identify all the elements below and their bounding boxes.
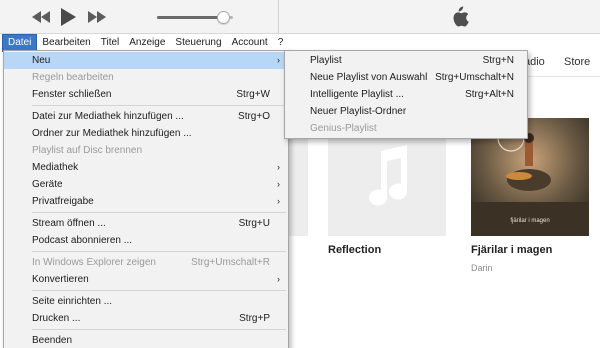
menu-anzeige[interactable]: Anzeige	[124, 35, 170, 51]
menu-item-label: Regeln bearbeiten	[32, 72, 114, 83]
menu-separator	[32, 251, 286, 252]
menu-item-shortcut: Strg+Umschalt+R	[191, 257, 270, 268]
menu-item-label: Konvertieren	[32, 274, 89, 285]
menu-item-shortcut: Strg+N	[482, 55, 514, 66]
menu-item-label: In Windows Explorer zeigen	[32, 257, 156, 268]
menu-item-shortcut: Strg+Alt+N	[465, 89, 514, 100]
menu-item-stream-oeffnen[interactable]: Stream öffnen ... Strg+U	[4, 215, 288, 232]
chevron-right-icon: ›	[277, 55, 280, 65]
menu-item-in-windows-explorer-zeigen: In Windows Explorer zeigen Strg+Umschalt+…	[4, 254, 288, 271]
music-note-icon	[369, 145, 408, 206]
menu-item-playlist-auf-disc-brennen: Playlist auf Disc brennen	[4, 142, 288, 159]
menu-item-label: Drucken ...	[32, 313, 81, 324]
menu-item-podcast-abonnieren[interactable]: Podcast abonnieren ...	[4, 232, 288, 249]
menu-bearbeiten[interactable]: Bearbeiten	[37, 35, 95, 51]
rewind-icon	[32, 11, 50, 23]
menu-item-playlist[interactable]: Playlist Strg+N	[285, 52, 527, 69]
menu-item-regeln-bearbeiten: Regeln bearbeiten	[4, 69, 288, 86]
menu-item-shortcut: Strg+O	[238, 111, 270, 122]
volume-fill	[157, 16, 224, 19]
menu-separator	[32, 105, 286, 106]
menu-item-privatfreigabe[interactable]: Privatfreigabe ›	[4, 193, 288, 210]
play-button[interactable]	[58, 8, 78, 26]
volume-knob[interactable]	[216, 11, 230, 24]
menu-item-intelligente-playlist[interactable]: Intelligente Playlist ... Strg+Alt+N	[285, 86, 527, 103]
menu-item-seite-einrichten[interactable]: Seite einrichten ...	[4, 293, 288, 310]
menu-item-fenster-schliessen[interactable]: Fenster schließen Strg+W	[4, 86, 288, 103]
menu-titel[interactable]: Titel	[96, 35, 125, 51]
chevron-right-icon: ›	[277, 179, 280, 189]
file-menu: Neu › Regeln bearbeiten Fenster schließen St…	[3, 50, 289, 348]
menu-help[interactable]: ?	[273, 35, 289, 51]
menu-separator	[32, 290, 286, 291]
chevron-right-icon: ›	[277, 196, 280, 206]
menu-account[interactable]: Account	[227, 35, 273, 51]
menu-item-label: Mediathek	[32, 162, 79, 173]
menu-item-label: Intelligente Playlist ...	[310, 89, 404, 100]
cover-text: fjärilar i magen	[510, 218, 549, 224]
menu-item-label: Playlist	[310, 55, 342, 66]
album-title: Fjärilar i magen	[471, 244, 553, 256]
menu-separator	[32, 212, 286, 213]
menu-item-label: Datei zur Mediathek hinzufügen ...	[32, 111, 184, 122]
menu-item-label: Ordner zur Mediathek hinzufügen ...	[32, 128, 192, 139]
new-submenu: Playlist Strg+N Neue Playlist von Auswahl S…	[284, 50, 528, 139]
album-title: Reflection	[328, 244, 382, 256]
menu-item-neuer-playlist-ordner[interactable]: Neuer Playlist-Ordner	[285, 103, 527, 120]
album-artist: Darin	[471, 263, 493, 273]
menu-bar: Datei Bearbeiten Titel Anzeige Steuerung…	[0, 33, 600, 52]
menu-item-mediathek[interactable]: Mediathek ›	[4, 159, 288, 176]
fast-forward-icon	[88, 11, 106, 23]
menu-item-label: Privatfreigabe	[32, 196, 94, 207]
menu-item-neue-playlist-von-auswahl[interactable]: Neue Playlist von Auswahl Strg+Umschalt+N	[285, 69, 527, 86]
menu-datei[interactable]: Datei	[2, 33, 38, 52]
menu-item-label: Playlist auf Disc brennen	[32, 145, 143, 156]
menu-item-label: Fenster schließen	[32, 89, 112, 100]
chevron-right-icon: ›	[277, 274, 280, 284]
menu-item-shortcut: Strg+P	[239, 313, 270, 324]
fast-forward-button[interactable]	[86, 8, 108, 26]
menu-item-label: Neu	[32, 55, 51, 66]
tab-store[interactable]: Store	[564, 56, 590, 68]
menu-item-shortcut: Strg+U	[238, 218, 270, 229]
menu-item-label: Genius-Playlist	[310, 123, 377, 134]
menu-item-shortcut: Strg+W	[236, 89, 270, 100]
menu-item-beenden[interactable]: Beenden	[4, 332, 288, 348]
chevron-right-icon: ›	[277, 162, 280, 172]
menu-separator	[32, 329, 286, 330]
menu-item-neu[interactable]: Neu ›	[4, 52, 288, 69]
menu-item-label: Stream öffnen ...	[32, 218, 106, 229]
menu-item-drucken[interactable]: Drucken ... Strg+P	[4, 310, 288, 327]
player-divider	[278, 0, 279, 34]
apple-logo-icon	[453, 6, 469, 27]
rewind-button[interactable]	[30, 8, 52, 26]
menu-item-label: Neuer Playlist-Ordner	[310, 106, 407, 117]
menu-item-shortcut: Strg+Umschalt+N	[435, 72, 514, 83]
menu-item-geraete[interactable]: Geräte ›	[4, 176, 288, 193]
volume-slider[interactable]	[157, 11, 233, 24]
menu-item-label: Geräte	[32, 179, 63, 190]
play-icon	[61, 8, 76, 26]
menu-item-label: Beenden	[32, 335, 73, 346]
menu-item-label: Podcast abonnieren ...	[32, 235, 133, 246]
menu-item-datei-zur-mediathek-hinzufuegen[interactable]: Datei zur Mediathek hinzufügen ... Strg+O	[4, 108, 288, 125]
menu-item-konvertieren[interactable]: Konvertieren ›	[4, 271, 288, 288]
menu-item-label: Seite einrichten ...	[32, 296, 113, 307]
player-bar	[0, 0, 600, 34]
menu-item-genius-playlist: Genius-Playlist	[285, 120, 527, 137]
menu-item-label: Neue Playlist von Auswahl	[310, 72, 428, 83]
menu-steuerung[interactable]: Steuerung	[170, 35, 226, 51]
menu-item-ordner-zur-mediathek-hinzufuegen[interactable]: Ordner zur Mediathek hinzufügen ...	[4, 125, 288, 142]
